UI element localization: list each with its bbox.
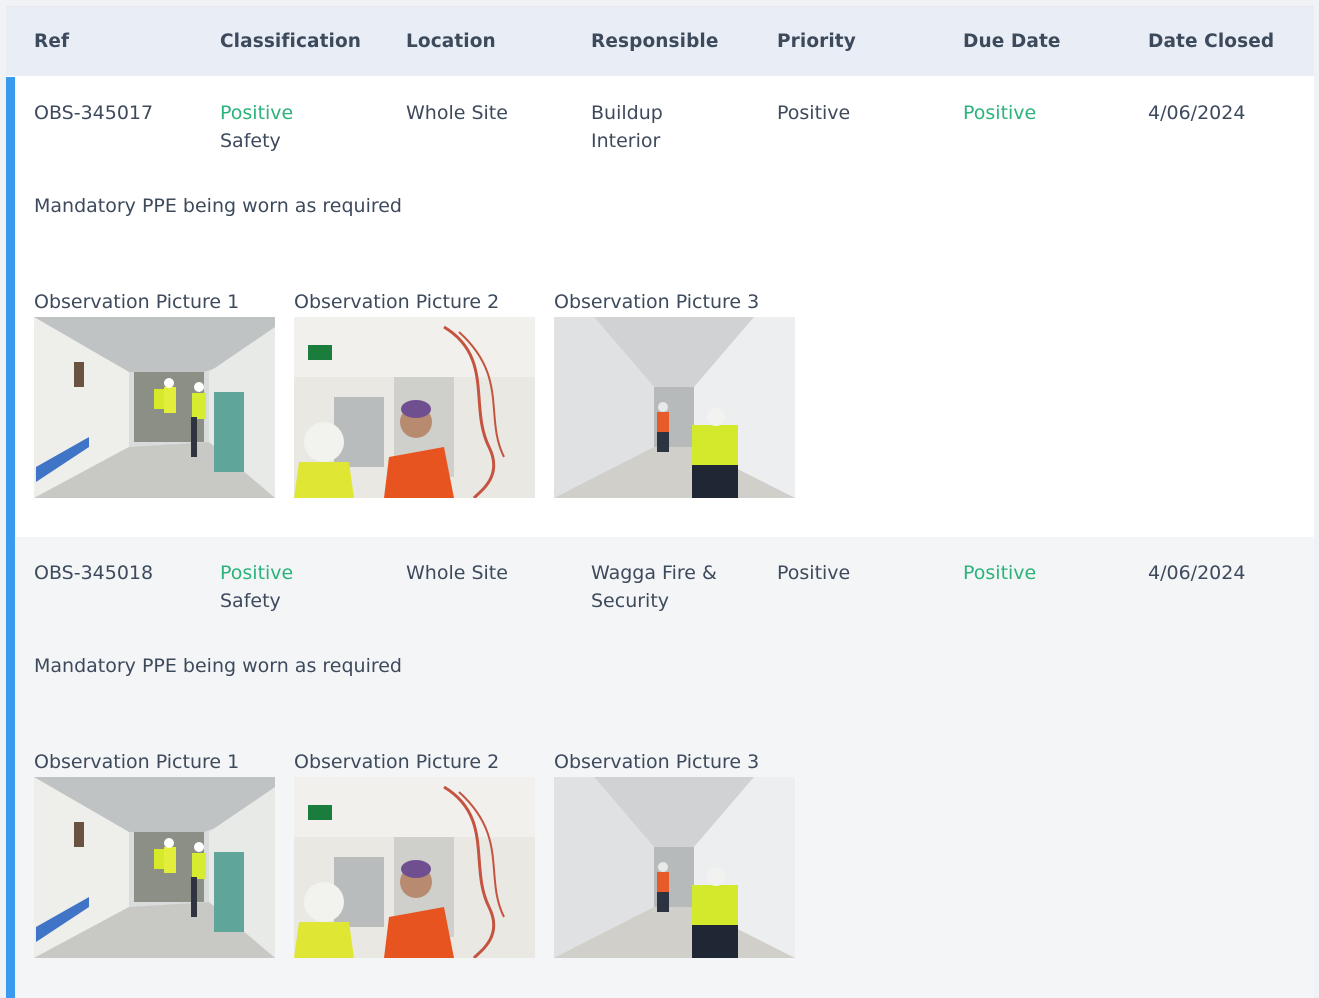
table-header: Ref Classification Location Responsible … xyxy=(6,7,1314,76)
header-due-date[interactable]: Due Date xyxy=(963,31,1061,52)
cell-classification: Positive Safety xyxy=(220,99,293,155)
header-location[interactable]: Location xyxy=(406,31,496,52)
header-date-closed[interactable]: Date Closed xyxy=(1148,31,1274,52)
cell-priority: Positive xyxy=(777,562,851,584)
classification-value: Positive xyxy=(220,102,294,124)
picture-label: Observation Picture 1 xyxy=(34,291,240,313)
observation-picture-2[interactable] xyxy=(294,317,535,498)
row-accent-bar xyxy=(6,339,15,537)
row-accent-bar xyxy=(6,241,15,339)
cell-responsible: Buildup Interior xyxy=(591,99,663,155)
responsible-line-1: Buildup xyxy=(591,102,663,124)
cell-priority: Positive xyxy=(777,102,851,124)
header-responsible[interactable]: Responsible xyxy=(591,31,719,52)
responsible-line-2: Security xyxy=(591,590,670,612)
observation-description: Mandatory PPE being worn as required xyxy=(34,195,402,217)
classification-category: Safety xyxy=(220,130,281,152)
responsible-line-2: Interior xyxy=(591,130,661,152)
cell-due-date: Positive xyxy=(963,102,1037,124)
cell-due-date: Positive xyxy=(963,562,1037,584)
classification-category: Safety xyxy=(220,590,281,612)
cell-responsible: Wagga Fire & Security xyxy=(591,559,717,615)
row-accent-bar xyxy=(6,77,15,241)
header-priority[interactable]: Priority xyxy=(777,31,856,52)
row-accent-bar xyxy=(6,537,15,998)
picture-label: Observation Picture 3 xyxy=(554,291,760,313)
observation-picture-2[interactable] xyxy=(294,777,535,958)
cell-location: Whole Site xyxy=(406,562,508,584)
observations-table: Ref Classification Location Responsible … xyxy=(6,6,1314,998)
observation-description: Mandatory PPE being worn as required xyxy=(34,655,402,677)
cell-ref: OBS-345017 xyxy=(34,102,154,124)
header-ref[interactable]: Ref xyxy=(34,31,69,52)
cell-date-closed: 4/06/2024 xyxy=(1148,562,1246,584)
cell-date-closed: 4/06/2024 xyxy=(1148,102,1246,124)
observation-picture-1[interactable] xyxy=(34,777,275,958)
picture-label: Observation Picture 1 xyxy=(34,751,240,773)
classification-value: Positive xyxy=(220,562,294,584)
responsible-line-1: Wagga Fire & xyxy=(591,562,717,584)
cell-ref: OBS-345018 xyxy=(34,562,154,584)
table-row[interactable]: OBS-345018 Positive Safety Whole Site Wa… xyxy=(6,537,1314,998)
observation-picture-1[interactable] xyxy=(34,317,275,498)
observation-picture-3[interactable] xyxy=(554,777,795,958)
picture-label: Observation Picture 2 xyxy=(294,751,500,773)
observation-picture-3[interactable] xyxy=(554,317,795,498)
picture-label: Observation Picture 3 xyxy=(554,751,760,773)
picture-label: Observation Picture 2 xyxy=(294,291,500,313)
table-row[interactable]: OBS-345017 Positive Safety Whole Site Bu… xyxy=(6,77,1314,537)
cell-location: Whole Site xyxy=(406,102,508,124)
cell-classification: Positive Safety xyxy=(220,559,293,615)
header-classification[interactable]: Classification xyxy=(220,31,361,52)
